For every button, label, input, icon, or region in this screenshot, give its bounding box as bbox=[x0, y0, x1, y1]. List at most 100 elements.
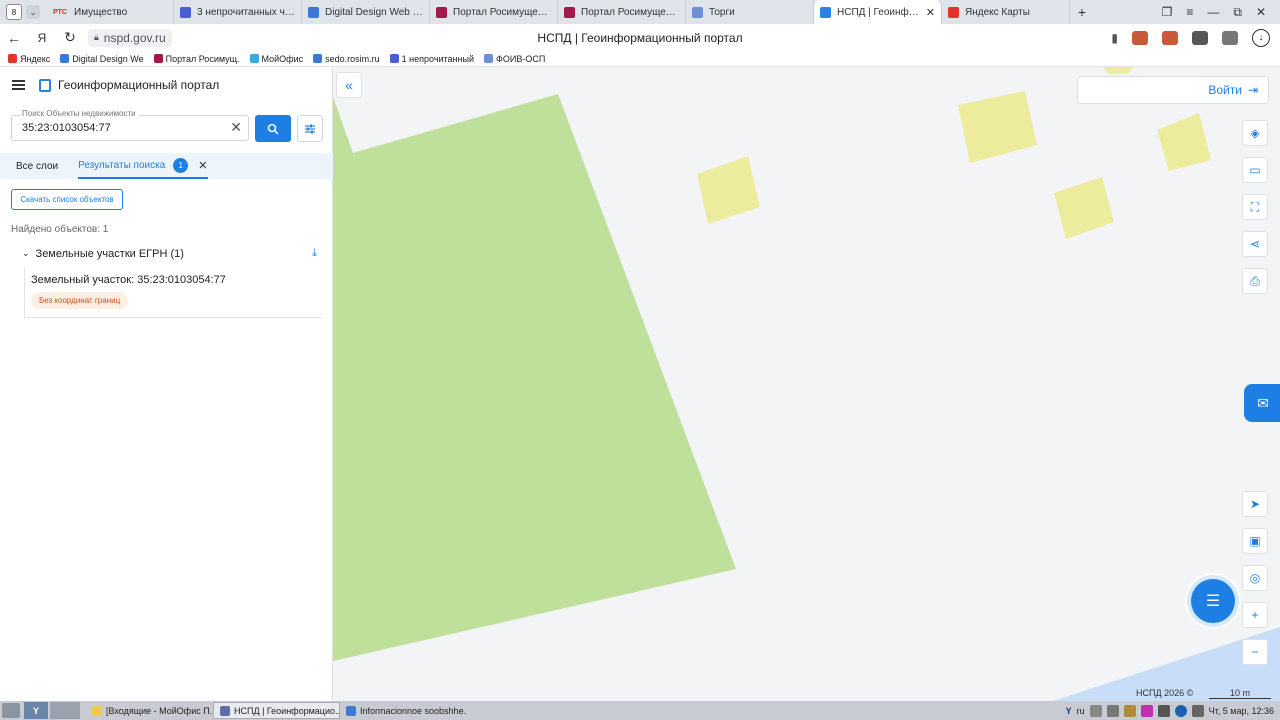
login-button[interactable]: Войти ⇥ bbox=[1077, 76, 1269, 104]
tab-groups-icon[interactable]: ❐ bbox=[1162, 5, 1173, 20]
tab-list-chevron-icon[interactable]: ⌄ bbox=[26, 5, 40, 19]
browser-tab[interactable]: 3 непрочитанных чата bbox=[174, 0, 302, 24]
tab-search-results[interactable]: Результаты поиска 1 ✕ bbox=[78, 153, 208, 179]
tab-counter[interactable]: 8 bbox=[6, 4, 22, 20]
clipboard-icon[interactable] bbox=[1123, 704, 1136, 717]
torgi-icon bbox=[692, 6, 703, 18]
minimap-button[interactable]: ▣ bbox=[1242, 528, 1268, 554]
bookmark-item[interactable]: Digital Design We bbox=[60, 53, 144, 64]
collapse-panel-button[interactable]: « bbox=[336, 72, 362, 98]
share-button[interactable]: ⋖ bbox=[1242, 231, 1268, 257]
portal-logo-icon bbox=[39, 78, 51, 92]
extension-icon-2[interactable] bbox=[1162, 30, 1178, 45]
restore-button[interactable]: ⧉ bbox=[1233, 5, 1242, 20]
result-group-header[interactable]: ⌄ Земельные участки ЕГРН (1) ⤓ bbox=[22, 247, 317, 260]
select-area-icon: ⛶ bbox=[1250, 199, 1260, 214]
taskbar-window[interactable]: Informacionnoe soobshhe... bbox=[340, 702, 467, 719]
layers-button[interactable]: ◈ bbox=[1242, 120, 1268, 146]
tab-all-layers[interactable]: Все слои bbox=[16, 153, 58, 179]
assistant-button[interactable]: ✉ bbox=[1244, 384, 1280, 422]
browser-tab-label: Торги bbox=[709, 6, 735, 18]
browser-tab[interactable]: Торги bbox=[686, 0, 814, 24]
result-item[interactable]: Земельный участок: 35:23:0103054:77 Без … bbox=[24, 268, 322, 318]
geolocate-button[interactable]: ➤ bbox=[1242, 491, 1268, 517]
hamburger-menu-icon[interactable] bbox=[12, 80, 25, 90]
browser-tab-label: Портал Росимущества bbox=[581, 6, 679, 18]
minimize-button[interactable]: — bbox=[1207, 5, 1219, 20]
portal-title: Геоинформационный портал bbox=[58, 78, 220, 92]
yandex-icon[interactable]: Я bbox=[28, 31, 56, 45]
zoom-in-button[interactable]: + bbox=[1242, 602, 1268, 628]
new-tab-button[interactable]: + bbox=[1070, 4, 1094, 20]
bookmark-item[interactable]: ФОИВ-ОСП bbox=[484, 54, 545, 64]
select-area-button[interactable]: ⛶ bbox=[1242, 194, 1268, 220]
browser-tab[interactable]: РТС Имущество bbox=[46, 0, 174, 24]
url-field[interactable]: 🔒︎ nspd.gov.ru bbox=[88, 28, 172, 47]
no-boundaries-tag: Без координат границ bbox=[31, 292, 129, 309]
extension-icon-3[interactable] bbox=[1192, 30, 1208, 45]
printer-tray-icon[interactable] bbox=[1157, 704, 1170, 717]
taskbar-window[interactable]: НСПД | Геоинформацио... bbox=[213, 702, 340, 719]
clear-search-icon[interactable]: ✕ bbox=[230, 119, 242, 136]
dd-icon bbox=[308, 6, 319, 18]
chevron-down-icon[interactable]: ⌄ bbox=[22, 248, 30, 259]
bookmark-item[interactable]: 1 непрочитанный bbox=[389, 54, 474, 64]
browser-tab[interactable]: Яндекс Карты bbox=[942, 0, 1070, 24]
search-button[interactable] bbox=[255, 115, 291, 142]
browser-tab[interactable]: НСПД | Геоинформационный портал ✕ bbox=[814, 0, 942, 24]
search-input[interactable]: Поиск Объекты недвижимости 35:23:0103054… bbox=[11, 109, 249, 141]
yandex-taskbar-icon[interactable]: Y bbox=[24, 702, 48, 719]
chat-button[interactable]: ☰ bbox=[1191, 579, 1235, 623]
bookmark-item[interactable]: sedo.rosim.ru bbox=[313, 54, 380, 64]
zoom-out-button[interactable]: − bbox=[1242, 639, 1268, 665]
measure-button[interactable]: ▭ bbox=[1242, 157, 1268, 183]
side-panel: Геоинформационный портал Поиск Объекты н… bbox=[0, 67, 333, 701]
bookmark-label: МойОфис bbox=[261, 53, 304, 64]
print-button[interactable]: ⎙ bbox=[1242, 268, 1268, 294]
close-tab-icon[interactable]: ✕ bbox=[926, 6, 935, 19]
menu-icon[interactable]: ≡ bbox=[1186, 5, 1193, 20]
bookmark-label: Digital Design We bbox=[72, 53, 144, 64]
bookmark-item[interactable]: Портал Росимущ. bbox=[153, 54, 240, 64]
map-attribution: НСПД 2026 © bbox=[1136, 688, 1194, 698]
reload-button[interactable]: ↻ bbox=[56, 29, 84, 46]
extension-icon-1[interactable] bbox=[1132, 30, 1148, 45]
filter-button[interactable] bbox=[297, 115, 323, 142]
close-window-button[interactable]: ✕ bbox=[1256, 5, 1266, 20]
panel-tabs: Все слои Результаты поиска 1 ✕ bbox=[0, 153, 333, 179]
search-value: 35:23:0103054:77 bbox=[22, 122, 111, 134]
bookmark-favicon-icon bbox=[8, 54, 17, 63]
taskbar-app-icon bbox=[220, 705, 230, 716]
hp-icon[interactable] bbox=[1174, 704, 1187, 717]
map-canvas[interactable]: « Войти ⇥ ◈ ▭ ⛶ ⋖ ⎙ ✉ ➤ ▣ ◎ + − ☰ НСПД 2… bbox=[333, 67, 1280, 701]
yandex-tray-icon[interactable]: Y bbox=[1066, 706, 1072, 716]
taskbar-window[interactable]: [Входящие - МойОфис П... bbox=[86, 702, 213, 719]
assistant-icon: ✉ bbox=[1257, 394, 1269, 411]
display-icon[interactable] bbox=[1191, 704, 1204, 717]
print-icon: ⎙ bbox=[1250, 273, 1260, 288]
volume-icon[interactable] bbox=[1106, 704, 1119, 717]
close-results-tab-icon[interactable]: ✕ bbox=[198, 159, 207, 172]
result-title: Земельный участок: 35:23:0103054:77 bbox=[31, 274, 226, 286]
taskbar-app-icon bbox=[92, 705, 102, 716]
location-button[interactable]: ◎ bbox=[1242, 565, 1268, 591]
minus-icon: − bbox=[1251, 645, 1259, 659]
back-button[interactable]: ← bbox=[0, 30, 28, 46]
bookmark-item[interactable]: Яндекс bbox=[8, 54, 50, 64]
start-button[interactable] bbox=[2, 703, 20, 718]
download-list-button[interactable]: Скачать список объектов bbox=[11, 189, 123, 210]
browser-tab[interactable]: Digital Design Web Client bbox=[302, 0, 430, 24]
download-group-icon[interactable]: ⤓ bbox=[312, 247, 317, 260]
bookmark-icon[interactable]: ▮ bbox=[1111, 31, 1118, 45]
app-tray-icon[interactable] bbox=[1140, 704, 1153, 717]
browser-tab[interactable]: Портал Росимущества bbox=[558, 0, 686, 24]
plus-icon: + bbox=[1251, 608, 1259, 622]
chat-icon: ☰ bbox=[1205, 593, 1221, 610]
downloads-icon[interactable]: ↓ bbox=[1252, 28, 1270, 47]
network-icon[interactable] bbox=[1089, 704, 1102, 717]
bookmark-item[interactable]: МойОфис bbox=[249, 53, 304, 64]
address-bar: ← Я ↻ 🔒︎ nspd.gov.ru НСПД | Геоинформаци… bbox=[0, 24, 1280, 51]
language-indicator[interactable]: ru bbox=[1077, 706, 1085, 716]
browser-tab[interactable]: Портал Росимущества bbox=[430, 0, 558, 24]
extension-icon-4[interactable] bbox=[1222, 30, 1238, 45]
